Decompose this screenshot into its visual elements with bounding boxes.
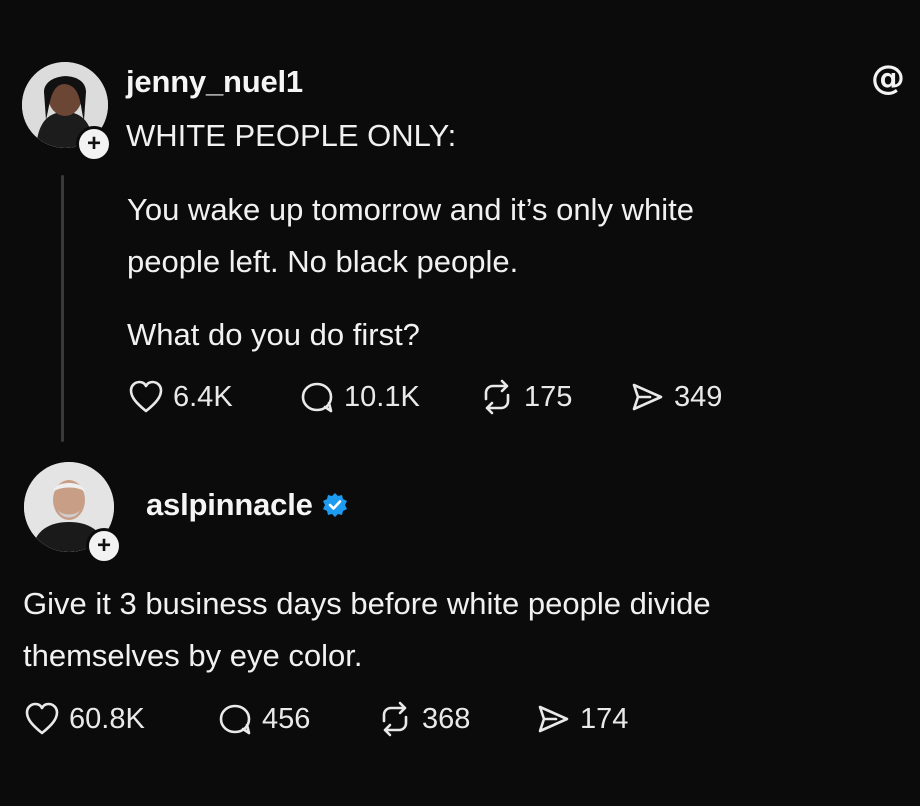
verified-badge-icon bbox=[321, 491, 349, 519]
share-button[interactable]: 174 bbox=[534, 700, 628, 738]
repost-icon bbox=[484, 379, 510, 415]
post-paragraph-1-line-1: You wake up tomorrow and it’s only white bbox=[127, 192, 694, 227]
reply-button[interactable]: 456 bbox=[216, 700, 310, 738]
send-icon bbox=[632, 383, 663, 411]
post-paragraph-1-line-2: people left. No black people. bbox=[127, 244, 519, 279]
comment-icon bbox=[219, 704, 251, 735]
share-count: 174 bbox=[580, 702, 629, 735]
reply-count: 10.1K bbox=[344, 380, 420, 413]
like-button[interactable]: 6.4K bbox=[127, 378, 233, 416]
reply-text-line-1: Give it 3 business days before white peo… bbox=[23, 586, 711, 621]
post-headline: WHITE PEOPLE ONLY: bbox=[126, 118, 457, 153]
heart-icon bbox=[129, 380, 163, 413]
like-count: 6.4K bbox=[173, 380, 233, 413]
reply-text-line-2: themselves by eye color. bbox=[23, 638, 363, 673]
threads-logo-icon[interactable]: @ bbox=[868, 58, 908, 98]
like-button[interactable]: 60.8K bbox=[23, 700, 145, 738]
share-count: 349 bbox=[674, 380, 723, 413]
svg-text:@: @ bbox=[871, 58, 905, 98]
repost-icon bbox=[382, 701, 408, 737]
send-icon bbox=[538, 705, 569, 733]
reply-button[interactable]: 10.1K bbox=[298, 378, 420, 416]
share-button[interactable]: 349 bbox=[628, 378, 722, 416]
repost-count: 368 bbox=[422, 702, 471, 735]
reply-author[interactable]: aslpinnacle bbox=[146, 487, 349, 523]
heart-icon bbox=[25, 702, 59, 735]
like-count: 60.8K bbox=[69, 702, 145, 735]
follow-plus-icon[interactable]: + bbox=[86, 528, 122, 564]
post-username[interactable]: jenny_nuel1 bbox=[126, 64, 303, 100]
comment-icon bbox=[301, 382, 333, 413]
post-paragraph-2: What do you do first? bbox=[127, 317, 420, 352]
thread-line bbox=[61, 175, 64, 442]
follow-plus-icon[interactable]: + bbox=[76, 126, 112, 162]
repost-button[interactable]: 175 bbox=[478, 378, 572, 416]
reply-username[interactable]: aslpinnacle bbox=[146, 487, 313, 523]
repost-button[interactable]: 368 bbox=[376, 700, 470, 738]
reply-count: 456 bbox=[262, 702, 311, 735]
repost-count: 175 bbox=[524, 380, 573, 413]
